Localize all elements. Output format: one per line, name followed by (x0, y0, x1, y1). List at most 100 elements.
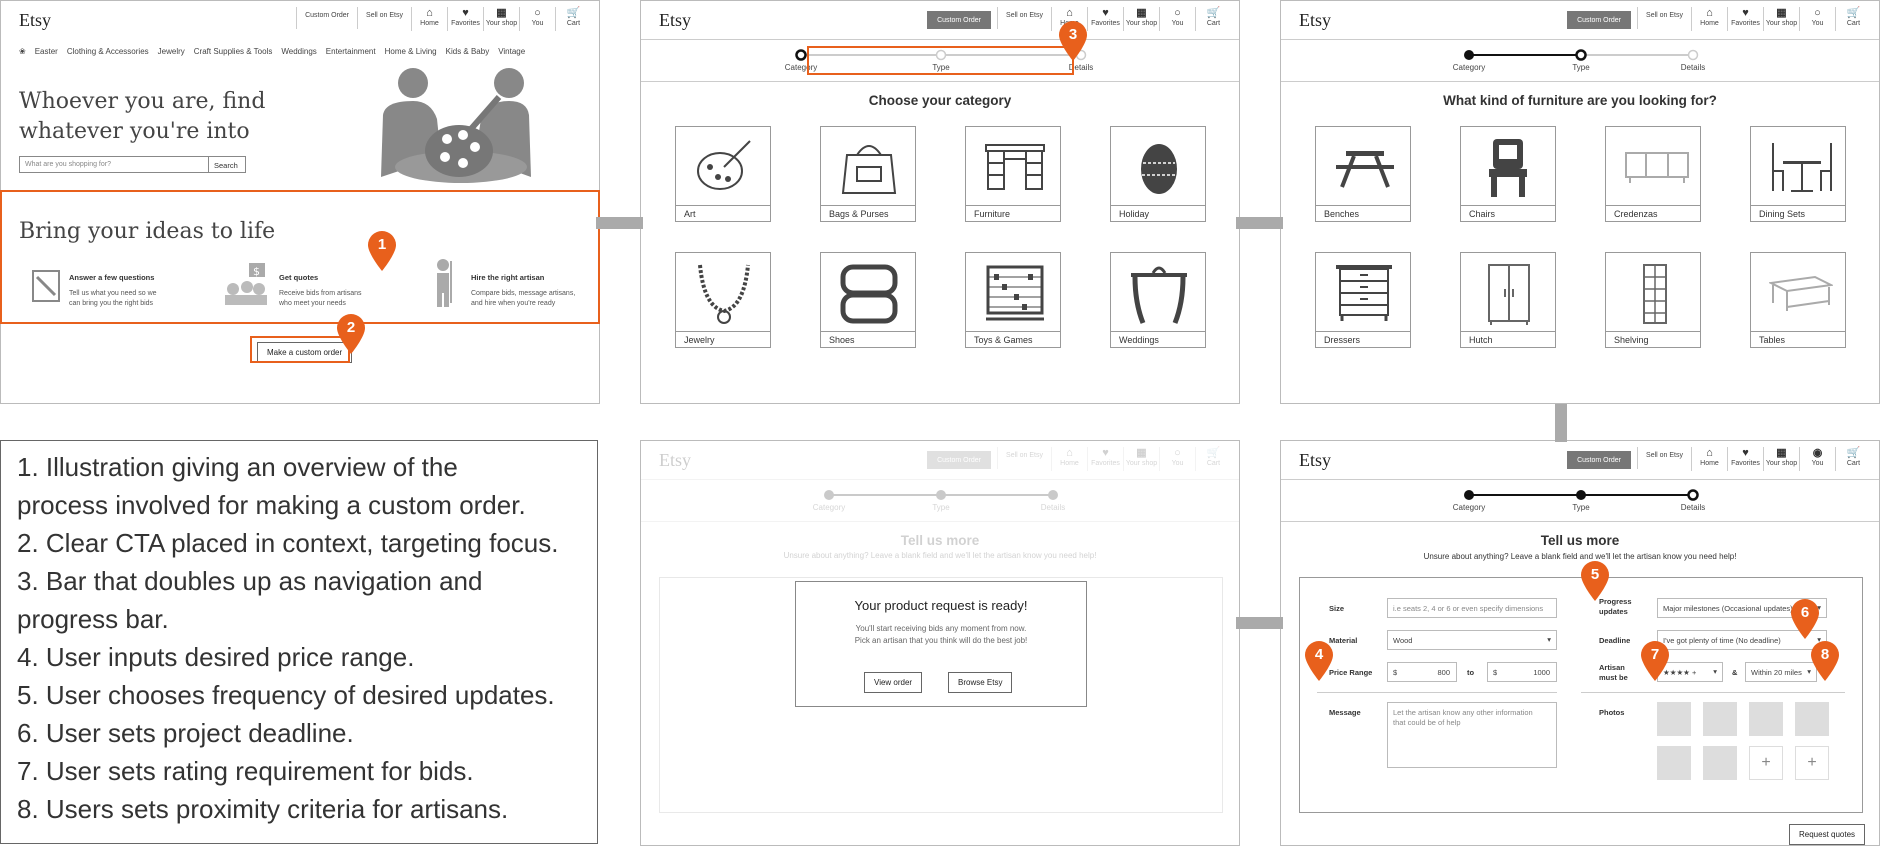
type-tile-chairs[interactable]: Chairs (1460, 126, 1556, 222)
sell-link[interactable]: Sell on Etsy (357, 7, 411, 29)
step-type: Type (932, 503, 950, 512)
material-select[interactable]: Wood ▾ (1387, 630, 1557, 650)
nav-shop[interactable]: ▦ Your shop (483, 7, 519, 31)
divider (1281, 81, 1879, 82)
category-tile-weddings[interactable]: Weddings (1110, 252, 1206, 348)
sell-link[interactable]: Sell on Etsy (1637, 7, 1691, 29)
avatar-icon: ○ (1174, 447, 1181, 459)
custom-order-link[interactable]: Custom Order (1567, 11, 1632, 29)
step-type[interactable]: Type (1572, 63, 1589, 72)
custom-order-link[interactable]: Custom Order (296, 7, 357, 29)
category-link[interactable]: Clothing & Accessories (67, 47, 149, 56)
step-details[interactable]: Details (1681, 503, 1705, 512)
nav-favorites[interactable]: ♥ Favorites (1727, 447, 1763, 471)
nav-favorites[interactable]: ♥ Favorites (1087, 7, 1123, 31)
custom-order-link[interactable]: Custom Order (1567, 451, 1632, 469)
category-tile-furniture[interactable]: Furniture (965, 126, 1061, 222)
nav-you[interactable]: ○ You (1159, 7, 1195, 31)
nav-you[interactable]: ○ You (519, 7, 555, 31)
photo-thumb[interactable] (1657, 746, 1691, 780)
cart-icon: 🛒 (1846, 7, 1861, 19)
nav-shop[interactable]: ▦ Your shop (1123, 7, 1159, 31)
search-button[interactable]: Search (209, 156, 246, 173)
step-details[interactable]: Details (1681, 63, 1705, 72)
category-tile-toys[interactable]: Toys & Games (965, 252, 1061, 348)
etsy-logo[interactable]: Etsy (1299, 450, 1331, 471)
search-input[interactable]: What are you shopping for? (19, 156, 209, 173)
custom-order-link[interactable]: Custom Order (927, 11, 992, 29)
note-line: 4. User inputs desired price range. (17, 642, 415, 672)
type-tile-credenzas[interactable]: Credenzas (1605, 126, 1701, 222)
photos-label: Photos (1599, 708, 1625, 717)
add-photo-button[interactable]: + (1795, 746, 1829, 780)
sell-link[interactable]: Sell on Etsy (1637, 447, 1691, 469)
etsy-logo[interactable]: Etsy (19, 10, 51, 31)
step-category[interactable]: Category (1453, 63, 1485, 72)
details-title: Tell us more (900, 533, 980, 548)
nav-favorites[interactable]: ♥ Favorites (447, 7, 483, 31)
heart-icon: ♥ (1102, 7, 1109, 19)
nav-home[interactable]: ⌂Home (1691, 7, 1727, 31)
category-tile-shoes[interactable]: Shoes (820, 252, 916, 348)
category-link[interactable]: Entertainment (326, 47, 376, 56)
category-link[interactable]: Kids & Baby (446, 47, 490, 56)
category-link[interactable]: Weddings (281, 47, 316, 56)
category-tile-art[interactable]: Art (675, 126, 771, 222)
nav-home[interactable]: ⌂Home (411, 7, 447, 31)
category-link[interactable]: Easter (35, 47, 58, 56)
category-title: Choose your category (868, 93, 1012, 108)
type-tile-hutch[interactable]: Hutch (1460, 252, 1556, 348)
price-max-input[interactable]: $1000 (1487, 662, 1557, 682)
type-tile-dining-sets[interactable]: Dining Sets (1750, 126, 1846, 222)
type-tile-tables[interactable]: Tables (1750, 252, 1846, 348)
etsy-logo[interactable]: Etsy (1299, 10, 1331, 31)
step-type[interactable]: Type (1572, 503, 1589, 512)
distance-select[interactable]: Within 20 miles ▾ (1745, 662, 1817, 682)
category-link[interactable]: Home & Living (385, 47, 437, 56)
nav-cart[interactable]: 🛒 Cart (1195, 7, 1231, 31)
price-min-input[interactable]: $800 (1387, 662, 1457, 682)
marker-pin-7: 7 (1640, 640, 1670, 682)
photo-thumb[interactable] (1657, 702, 1691, 736)
category-link[interactable]: Jewelry (158, 47, 185, 56)
nav-favorites[interactable]: ♥ Favorites (1727, 7, 1763, 31)
photo-thumb[interactable] (1795, 702, 1829, 736)
nav-home[interactable]: ⌂Home (1691, 447, 1727, 471)
view-order-button[interactable]: View order (864, 672, 923, 693)
browse-etsy-button[interactable]: Browse Etsy (948, 672, 1013, 693)
modal-line2: Pick an artisan that you think will do t… (854, 636, 1028, 645)
confirmation-screen: Etsy Custom Order Sell on Etsy ⌂ Home ♥ Fa… (640, 440, 1240, 846)
category-link[interactable]: Craft Supplies & Tools (194, 47, 273, 56)
category-tile-jewelry[interactable]: Jewelry (675, 252, 771, 348)
annotation-notes: 1. Illustration giving an overview of th… (0, 440, 598, 844)
plus-icon: + (1807, 754, 1817, 771)
category-tile-holiday[interactable]: Holiday (1110, 126, 1206, 222)
nav-shop[interactable]: ▦ Your shop (1763, 447, 1799, 471)
nav-cart[interactable]: 🛒 Cart (1835, 7, 1871, 31)
nav-you[interactable]: ○ You (1799, 7, 1835, 31)
table-icon (1769, 275, 1833, 311)
photo-thumb[interactable] (1703, 702, 1737, 736)
etsy-logo[interactable]: Etsy (659, 10, 691, 31)
request-quotes-button[interactable]: Request quotes (1789, 824, 1866, 845)
type-tile-benches[interactable]: Benches (1315, 126, 1411, 222)
sell-link[interactable]: Sell on Etsy (997, 7, 1051, 29)
note-line: 7. User sets rating requirement for bids… (17, 756, 474, 786)
message-textarea[interactable]: Let the artisan know any other informati… (1387, 702, 1557, 768)
add-photo-button[interactable]: + (1749, 746, 1783, 780)
nav-shop[interactable]: ▦ Your shop (1763, 7, 1799, 31)
category-tile-bags[interactable]: Bags & Purses (820, 126, 916, 222)
photo-thumb[interactable] (1703, 746, 1737, 780)
egg-icon (1141, 144, 1177, 194)
category-link[interactable]: Vintage (498, 47, 525, 56)
step-category[interactable]: Category (1453, 503, 1485, 512)
nav-you[interactable]: ◉ You (1799, 447, 1835, 471)
type-tile-shelving[interactable]: Shelving (1605, 252, 1701, 348)
progress-bar (824, 490, 1058, 500)
nav-cart[interactable]: 🛒 Cart (1835, 447, 1871, 471)
type-tile-dressers[interactable]: Dressers (1315, 252, 1411, 348)
size-input[interactable]: i.e seats 2, 4 or 6 or even specify dime… (1387, 598, 1557, 618)
nav-cart[interactable]: 🛒 Cart (555, 7, 591, 31)
photo-thumb[interactable] (1749, 702, 1783, 736)
avatar-icon: ◉ (1812, 447, 1823, 459)
